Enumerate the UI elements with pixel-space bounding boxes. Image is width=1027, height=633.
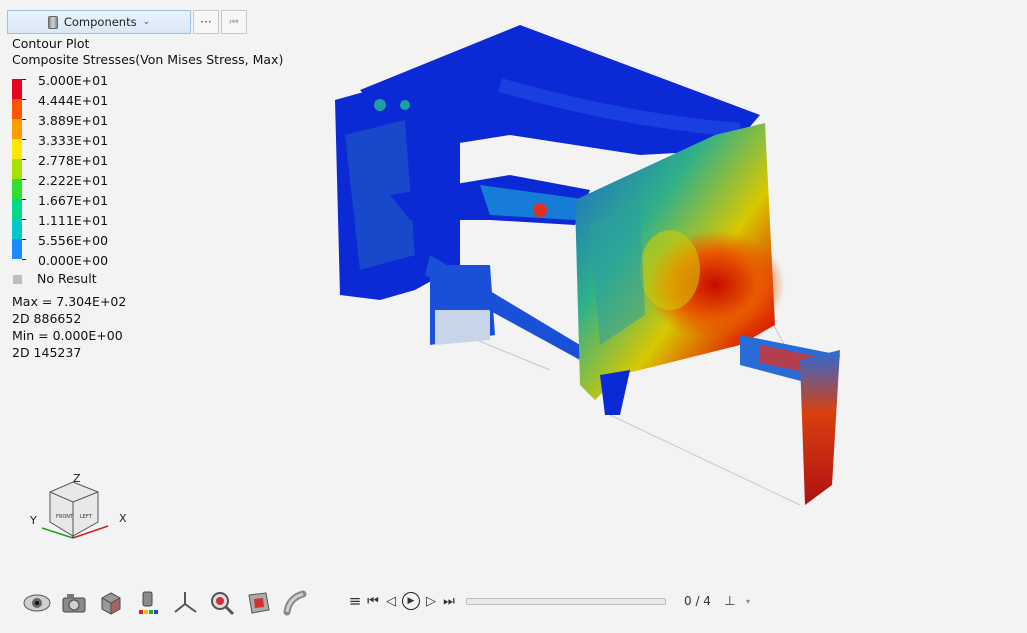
max-value: Max = 7.304E+02 <box>12 294 127 309</box>
section-cut-icon[interactable] <box>244 588 274 618</box>
legend-level-label: 1.111E+01 <box>38 213 109 228</box>
no-result-swatch <box>13 274 22 284</box>
legend-title: Contour Plot <box>12 36 90 51</box>
legend-tick <box>22 199 26 200</box>
components-dropdown[interactable]: Components ⌄ <box>7 10 191 34</box>
frame-slider[interactable] <box>466 597 666 605</box>
legend-tick <box>22 239 26 240</box>
play-icon[interactable]: ▶ <box>402 592 420 610</box>
legend-level-label: 3.333E+01 <box>38 133 109 148</box>
no-result-entry: No Result <box>12 271 283 287</box>
animation-player: ≡ ⏮ ◁ ▶ ▷ ⏭ 0 / 4 ⊥ ▾ <box>348 592 755 610</box>
contour-legend-icon[interactable] <box>133 588 163 618</box>
legend-swatch <box>12 219 22 239</box>
endplate-foot <box>600 370 630 415</box>
legend-scale: 5.000E+01 4.444E+01 3.889E+01 3.333E+01 … <box>12 73 212 269</box>
legend-tick <box>22 179 26 180</box>
legend-level-label: 5.000E+01 <box>38 73 109 88</box>
legend-swatch <box>12 99 22 119</box>
legend-swatch <box>12 139 22 159</box>
step-back-icon[interactable]: ◁ <box>384 594 398 609</box>
legend-swatch <box>12 199 22 219</box>
zoom-search-icon[interactable] <box>207 588 237 618</box>
legend-color-bar <box>12 79 22 259</box>
component-icon <box>47 15 58 29</box>
first-frame-icon[interactable]: ⏮ <box>366 594 380 609</box>
legend-level-label: 0.000E+00 <box>38 253 109 268</box>
legend-tick <box>22 79 26 80</box>
legend-swatch <box>12 239 22 259</box>
y-axis-label: Y <box>29 514 37 527</box>
z-axis-label: Z <box>73 472 81 485</box>
chevron-down-icon[interactable]: ▾ <box>741 597 755 606</box>
pipe-icon[interactable] <box>281 588 311 618</box>
legend-swatch <box>12 159 22 179</box>
contour-legend: Contour Plot Composite Stresses(Von Mise… <box>12 36 283 361</box>
min-element: 2D 145237 <box>12 345 82 360</box>
last-frame-icon[interactable]: ⏭ <box>442 594 456 609</box>
cube-left-label: LEFT <box>80 514 93 520</box>
view-cube-icon[interactable] <box>49 481 99 537</box>
outer-fin <box>800 350 840 505</box>
components-label: Components <box>63 15 137 29</box>
x-axis-label: X <box>119 512 127 525</box>
legend-level-label: 4.444E+01 <box>38 93 109 108</box>
eye-icon[interactable] <box>22 588 52 618</box>
frame-counter: 0 / 4 <box>684 594 711 608</box>
stress-band <box>640 230 700 310</box>
legend-level-label: 3.889E+01 <box>38 113 109 128</box>
legend-tick <box>22 259 26 260</box>
legend-swatch <box>12 119 22 139</box>
step-forward-icon[interactable]: ▷ <box>424 594 438 609</box>
min-value: Min = 0.000E+00 <box>12 328 123 343</box>
legend-level-label: 2.222E+01 <box>38 173 109 188</box>
cube-front-label: FRONT <box>56 514 74 520</box>
legend-level-label: 5.556E+00 <box>38 233 109 248</box>
skip-back-button[interactable]: ⏮ <box>221 10 247 34</box>
legend-level-label: 1.667E+01 <box>38 193 109 208</box>
no-result-label: No Result <box>37 271 97 286</box>
camera-icon[interactable] <box>59 588 89 618</box>
bottom-toolbar <box>22 588 318 618</box>
anchor-icon[interactable]: ⊥ <box>723 594 737 609</box>
view-triad[interactable]: FRONT LEFT Z Y X <box>28 470 138 550</box>
legend-tick <box>22 159 26 160</box>
more-options-button[interactable]: ··· <box>193 10 219 34</box>
legend-level-label: 2.778E+01 <box>38 153 109 168</box>
component-toolbar: Components ⌄ ··· ⏮ <box>7 10 247 34</box>
menu-icon[interactable]: ≡ <box>348 592 362 610</box>
legend-stats: Max = 7.304E+02 2D 886652 Min = 0.000E+0… <box>12 293 283 361</box>
legend-swatch <box>12 179 22 199</box>
chevron-down-icon: ⌄ <box>142 17 151 27</box>
legend-tick <box>22 139 26 140</box>
legend-subtitle: Composite Stresses(Von Mises Stress, Max… <box>12 52 284 67</box>
hotspot <box>374 99 386 111</box>
legend-swatch <box>12 79 22 99</box>
legend-tick <box>22 99 26 100</box>
max-element: 2D 886652 <box>12 311 82 326</box>
legend-tick <box>22 219 26 220</box>
legend-tick <box>22 119 26 120</box>
hotspot <box>533 203 547 217</box>
model-viewport[interactable] <box>320 15 850 515</box>
cube-icon[interactable] <box>96 588 126 618</box>
pylon-mesh <box>435 310 490 345</box>
hotspot <box>400 100 410 110</box>
axes-icon[interactable] <box>170 588 200 618</box>
